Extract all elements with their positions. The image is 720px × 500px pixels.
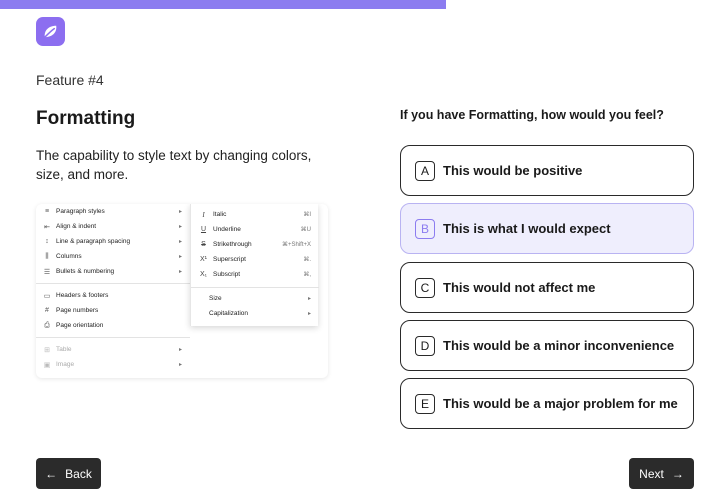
submenu-item-label: Superscript: [213, 256, 246, 263]
menu-item-columns: ⫼ Columns ▸: [36, 249, 190, 264]
feature-description: The capability to style text by changing…: [36, 148, 312, 182]
menu-item-label: Paragraph styles: [56, 208, 105, 215]
menu-item-label: Line & paragraph spacing: [56, 238, 131, 245]
text-submenu: I Italic ⌘I U Underline ⌘U S Strikethrough ⌘+S…: [190, 204, 319, 326]
menu-item-label: Align & indent: [56, 223, 97, 230]
menu-item-label: Table: [56, 346, 72, 353]
shortcut-label: ⌘+Shift+X: [281, 242, 311, 248]
menu-item-paragraph-styles: ≡ Paragraph styles ▸: [36, 204, 190, 219]
option-letter: B: [415, 218, 435, 239]
columns-icon: ⫼: [45, 252, 49, 260]
option-label: This would not affect me: [443, 280, 596, 295]
option-letter: D: [415, 335, 435, 356]
leaf-logo-icon: [36, 17, 65, 46]
submenu-arrow-icon: ▸: [307, 296, 311, 302]
menu-item-line-spacing: ↕ Line & paragraph spacing ▸: [36, 234, 190, 249]
menu-item-align-indent: ⇤ Align & indent ▸: [36, 219, 190, 234]
table-icon: ⊞: [44, 346, 50, 354]
submenu-divider: [191, 287, 319, 288]
survey-question: If you have Formatting, how would you fe…: [400, 108, 664, 122]
submenu-arrow-icon: ▸: [178, 347, 182, 353]
option-e[interactable]: E This would be a major problem for me: [400, 378, 694, 429]
submenu-arrow-icon: ▸: [178, 239, 182, 245]
submenu-item-superscript: X¹ Superscript ⌘.: [191, 252, 319, 267]
menu-item-label: Image: [56, 361, 75, 368]
line-spacing-icon: ↕: [45, 238, 49, 245]
back-button[interactable]: ← Back: [36, 458, 101, 489]
submenu-arrow-icon: ▸: [178, 224, 182, 230]
menu-item-label: Columns: [56, 253, 82, 260]
option-label: This would be positive: [443, 163, 583, 178]
page-orientation-icon: ⎙: [44, 321, 50, 329]
option-label: This would be a major problem for me: [443, 396, 678, 411]
submenu-item-label: Underline: [213, 226, 241, 233]
option-label: This is what I would expect: [443, 221, 611, 236]
submenu-item-capitalization: Capitalization ▸: [191, 306, 319, 321]
option-letter: E: [415, 393, 435, 414]
hash-icon: #: [45, 307, 49, 314]
submenu-item-subscript: X₁ Subscript ⌘,: [191, 267, 319, 282]
arrow-right-icon: →: [671, 466, 684, 481]
menu-divider: [36, 337, 190, 338]
submenu-item-strikethrough: S Strikethrough ⌘+Shift+X: [191, 237, 319, 252]
arrow-left-icon: ←: [45, 466, 58, 481]
submenu-item-label: Subscript: [213, 271, 241, 278]
submenu-item-underline: U Underline ⌘U: [191, 222, 319, 237]
italic-icon: I: [202, 210, 205, 219]
submenu-arrow-icon: ▸: [178, 209, 182, 215]
shortcut-label: ⌘.: [303, 257, 311, 263]
shortcut-label: ⌘I: [303, 212, 311, 218]
option-b[interactable]: B This is what I would expect: [400, 203, 694, 254]
bullets-icon: ☰: [43, 268, 51, 276]
submenu-item-italic: I Italic ⌘I: [191, 207, 319, 222]
submenu-item-size: Size ▸: [191, 291, 319, 306]
formatting-menu-illustration: ≡ Paragraph styles ▸ ⇤ Align & indent ▸ ↕ Lin…: [36, 204, 328, 378]
option-label: This would be a minor inconvenience: [443, 338, 675, 353]
option-letter: A: [415, 160, 435, 181]
paragraph-styles-icon: ≡: [44, 208, 50, 215]
menu-item-image: ▣ Image ▸: [36, 357, 190, 372]
menu-item-label: Headers & footers: [56, 292, 109, 299]
feature-title: Formatting: [36, 108, 136, 129]
option-c[interactable]: C This would not affect me: [400, 262, 694, 313]
next-button-label: Next: [639, 466, 664, 481]
menu-item-label: Page orientation: [56, 322, 104, 329]
menu-item-label: Bullets & numbering: [56, 268, 115, 275]
format-menu: ≡ Paragraph styles ▸ ⇤ Align & indent ▸ ↕ Lin…: [36, 204, 190, 378]
submenu-arrow-icon: ▸: [307, 311, 311, 317]
submenu-item-label: Strikethrough: [213, 241, 252, 248]
menu-item-headers-footers: ▭ Headers & footers: [36, 288, 190, 303]
strikethrough-icon: S: [201, 241, 206, 248]
option-letter: C: [415, 277, 435, 298]
option-d[interactable]: D This would be a minor inconvenience: [400, 320, 694, 371]
submenu-arrow-icon: ▸: [178, 362, 182, 368]
shortcut-label: ⌘,: [303, 272, 311, 278]
submenu-arrow-icon: ▸: [178, 269, 182, 275]
shortcut-label: ⌘U: [300, 227, 311, 233]
submenu-arrow-icon: ▸: [178, 254, 182, 260]
underline-icon: U: [200, 226, 207, 233]
option-a[interactable]: A This would be positive: [400, 145, 694, 196]
menu-item-table: ⊞ Table ▸: [36, 342, 190, 357]
menu-item-page-numbers: # Page numbers: [36, 303, 190, 318]
next-button[interactable]: Next →: [629, 458, 694, 489]
feature-number: Feature #4: [36, 72, 104, 88]
menu-divider: [36, 283, 190, 284]
progress-bar: [0, 0, 720, 9]
menu-item-label: Page numbers: [56, 307, 99, 314]
align-indent-icon: ⇤: [44, 223, 50, 231]
menu-item-page-orientation: ⎙ Page orientation: [36, 318, 190, 333]
image-icon: ▣: [43, 361, 51, 369]
subscript-icon: X₁: [199, 271, 208, 278]
submenu-item-label: Italic: [213, 211, 227, 218]
submenu-item-label: Capitalization: [209, 310, 249, 317]
menu-item-bullets-numbering: ☰ Bullets & numbering ▸: [36, 264, 190, 279]
superscript-icon: X¹: [200, 256, 207, 263]
submenu-item-label: Size: [209, 295, 222, 302]
back-button-label: Back: [65, 466, 92, 481]
progress-fill: [0, 0, 447, 9]
headers-footers-icon: ▭: [43, 292, 51, 300]
